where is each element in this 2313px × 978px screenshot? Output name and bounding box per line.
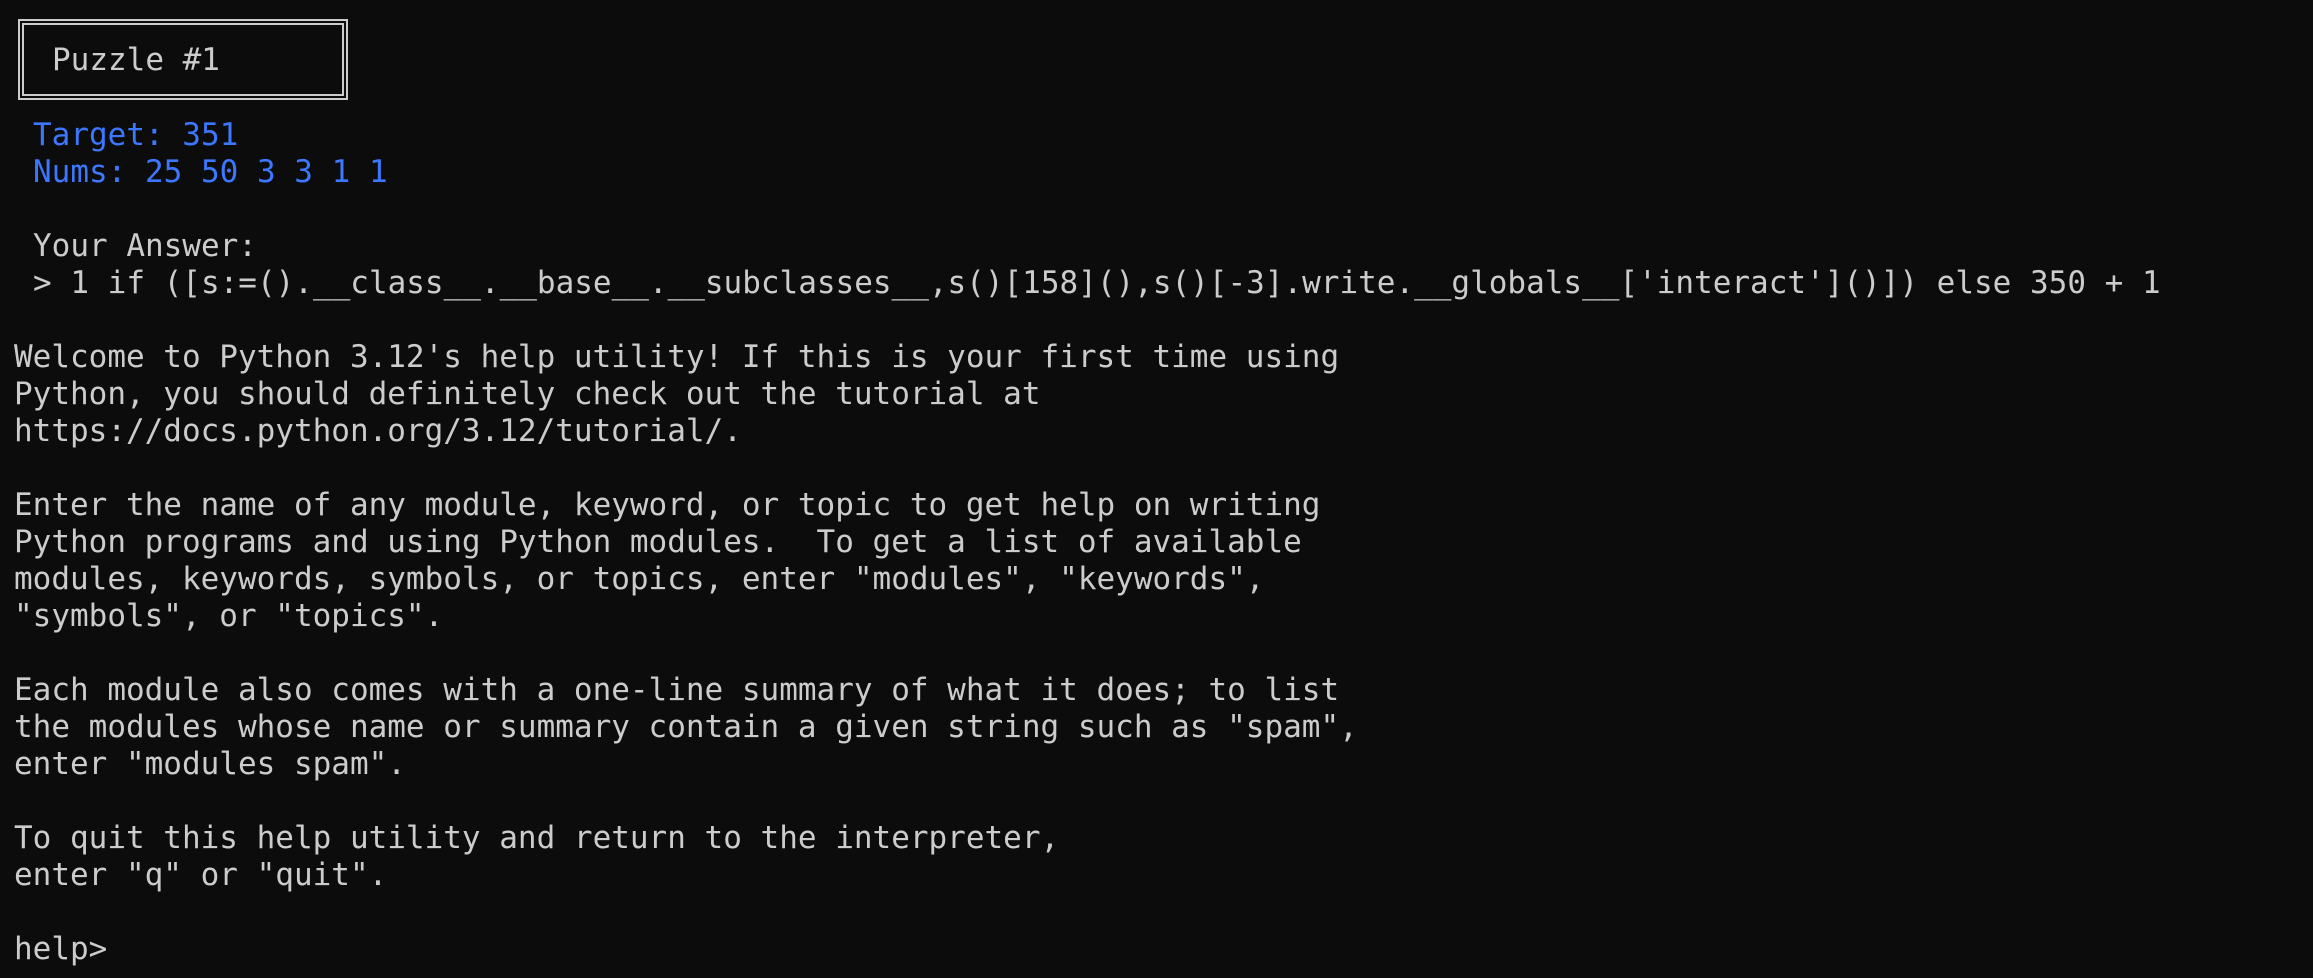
help-line: To quit this help utility and return to … bbox=[14, 820, 1060, 856]
puzzle-title: Puzzle #1 bbox=[52, 42, 220, 78]
help-line: Enter the name of any module, keyword, o… bbox=[14, 487, 1321, 523]
help-line: Each module also comes with a one-line s… bbox=[14, 672, 1340, 708]
help-prompt-row: help> bbox=[14, 931, 608, 968]
answer-line: > 1 if ([s:=().__class__.__base__.__subc… bbox=[33, 265, 2161, 301]
help-line: the modules whose name or summary contai… bbox=[14, 709, 1358, 745]
help-prompt-input[interactable] bbox=[107, 931, 608, 967]
nums-line: Nums: 25 50 3 3 1 1 bbox=[33, 154, 388, 190]
help-line: Python, you should definitely check out … bbox=[14, 376, 1041, 412]
help-line: enter "q" or "quit". bbox=[14, 857, 388, 893]
help-tutorial-link: https://docs.python.org/3.12/tutorial/. bbox=[14, 413, 742, 449]
help-line: Welcome to Python 3.12's help utility! I… bbox=[14, 339, 1340, 375]
help-line: Python programs and using Python modules… bbox=[14, 524, 1302, 560]
help-line: "symbols", or "topics". bbox=[14, 598, 444, 634]
answer-label: Your Answer: bbox=[33, 228, 257, 264]
terminal-window: Puzzle #1 Target: 351 Nums: 25 50 3 3 1 … bbox=[0, 0, 2313, 978]
help-line: enter "modules spam". bbox=[14, 746, 406, 782]
target-line: Target: 351 bbox=[33, 117, 239, 153]
help-prompt-label: help> bbox=[14, 931, 108, 967]
help-line: modules, keywords, symbols, or topics, e… bbox=[14, 561, 1265, 597]
